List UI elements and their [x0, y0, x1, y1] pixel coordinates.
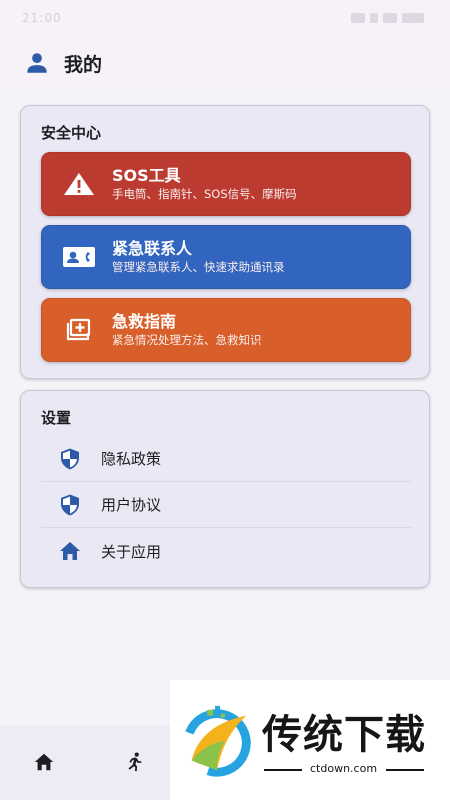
contact-card-icon [63, 247, 95, 267]
settings-card: 设置 隐私政策 用户协议 关于应用 [20, 390, 430, 588]
first-aid-guide-button[interactable]: 急救指南 紧急情况处理方法、急救知识 [41, 298, 411, 362]
status-bar: 21:00 [0, 0, 450, 36]
home-icon[interactable] [33, 751, 55, 773]
signal-icon [351, 13, 365, 23]
sos-tools-desc: 手电筒、指南针、SOS信号、摩斯码 [112, 186, 297, 201]
settings-item-label: 隐私政策 [101, 450, 162, 468]
settings-item-about-app[interactable]: 关于应用 [41, 528, 411, 574]
watermark-url: ctdown.com [310, 762, 378, 775]
page-title: 我的 [64, 53, 103, 76]
first-aid-icon [66, 318, 91, 341]
divider [386, 769, 424, 771]
running-icon[interactable] [123, 751, 145, 773]
settings-item-label: 用户协议 [101, 496, 162, 514]
settings-item-label: 关于应用 [101, 542, 162, 561]
watermark-title: 传统下载 [262, 712, 426, 758]
battery-icon [402, 13, 424, 23]
emergency-contacts-desc: 管理紧急联系人、快速求助通讯录 [112, 259, 285, 274]
wifi-icon [383, 13, 397, 23]
watermark: 传统下载 ctdown.com [170, 680, 450, 800]
home-icon [60, 542, 80, 560]
shield-icon [61, 448, 79, 469]
shield-icon [61, 494, 79, 515]
safety-center-title: 安全中心 [41, 124, 102, 142]
status-time: 21:00 [22, 11, 62, 25]
status-icons [351, 13, 424, 23]
first-aid-guide-label: 急救指南 [112, 311, 177, 331]
logo-icon [183, 705, 251, 777]
settings-item-privacy-policy[interactable]: 隐私政策 [41, 436, 411, 482]
safety-center-card: 安全中心 SOS工具 手电筒、指南针、SOS信号、摩斯码 紧急联系人 管理紧急联… [20, 105, 430, 379]
sos-tools-button[interactable]: SOS工具 手电筒、指南针、SOS信号、摩斯码 [41, 152, 411, 216]
emergency-contacts-label: 紧急联系人 [112, 238, 193, 258]
warning-icon [64, 173, 94, 195]
settings-item-user-agreement[interactable]: 用户协议 [41, 482, 411, 528]
page-header: 我的 [0, 36, 450, 90]
sim-icon [370, 13, 378, 23]
divider [264, 769, 302, 771]
first-aid-guide-desc: 紧急情况处理方法、急救知识 [112, 332, 262, 347]
sos-tools-label: SOS工具 [112, 165, 181, 185]
person-icon [27, 53, 47, 73]
settings-title: 设置 [41, 409, 72, 427]
emergency-contacts-button[interactable]: 紧急联系人 管理紧急联系人、快速求助通讯录 [41, 225, 411, 289]
